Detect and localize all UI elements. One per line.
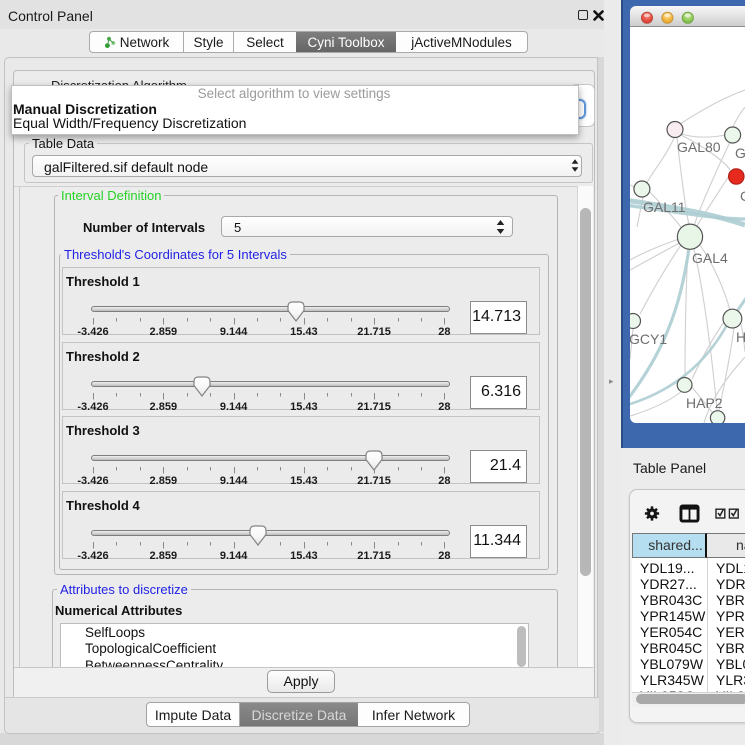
svg-text:HA: HA [736, 329, 745, 345]
svg-text:GAL11: GAL11 [643, 199, 686, 215]
svg-text:HAP2: HAP2 [686, 395, 723, 411]
svg-text:GAL4: GAL4 [692, 250, 728, 266]
svg-text:GAL80: GAL80 [677, 139, 721, 155]
svg-text:C: C [740, 188, 745, 204]
svg-text:GCY1: GCY1 [630, 331, 667, 347]
svg-text:GA: GA [735, 145, 745, 161]
